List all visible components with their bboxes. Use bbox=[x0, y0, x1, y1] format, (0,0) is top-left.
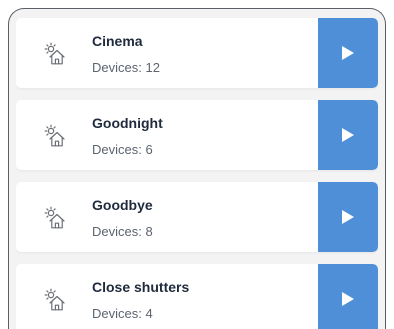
house-sun-icon bbox=[44, 42, 65, 65]
play-icon bbox=[342, 128, 354, 142]
play-icon bbox=[342, 46, 354, 60]
scene-name: Cinema bbox=[92, 33, 143, 49]
scene-list: Cinema Devices: 12 Goodnight Devices: 6 bbox=[16, 8, 378, 329]
play-button[interactable] bbox=[318, 264, 378, 329]
scene-name: Goodnight bbox=[92, 115, 163, 131]
play-icon bbox=[342, 210, 354, 224]
scene-device-count: Devices: 12 bbox=[92, 60, 160, 75]
scene-name: Goodbye bbox=[92, 197, 153, 213]
scene-card-goodnight[interactable]: Goodnight Devices: 6 bbox=[16, 100, 378, 170]
house-sun-icon bbox=[44, 288, 65, 311]
play-button[interactable] bbox=[318, 100, 378, 170]
house-sun-icon bbox=[44, 206, 65, 229]
scene-device-count: Devices: 4 bbox=[92, 306, 153, 321]
play-icon bbox=[342, 292, 354, 306]
scene-card-goodbye[interactable]: Goodbye Devices: 8 bbox=[16, 182, 378, 252]
scene-card-close-shutters[interactable]: Close shutters Devices: 4 bbox=[16, 264, 378, 329]
scene-card-cinema[interactable]: Cinema Devices: 12 bbox=[16, 18, 378, 88]
play-button[interactable] bbox=[318, 182, 378, 252]
play-button[interactable] bbox=[318, 18, 378, 88]
scene-name: Close shutters bbox=[92, 279, 190, 295]
scene-device-count: Devices: 6 bbox=[92, 142, 153, 157]
scene-device-count: Devices: 8 bbox=[92, 224, 153, 239]
house-sun-icon bbox=[44, 124, 65, 147]
